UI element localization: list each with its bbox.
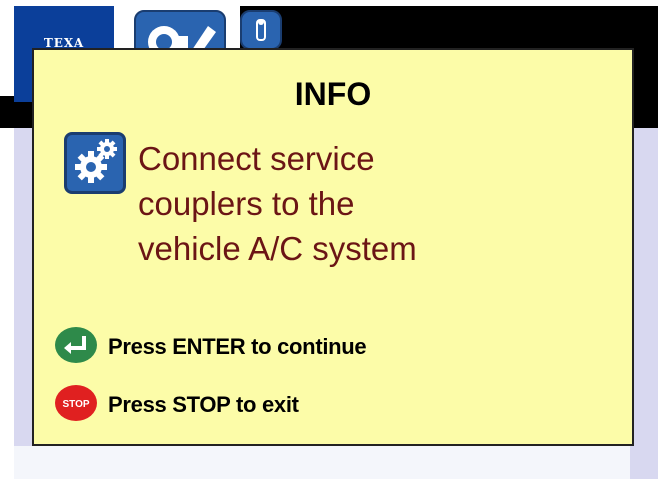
stop-icon: STOP xyxy=(55,385,97,421)
key-button[interactable] xyxy=(240,10,282,50)
stop-icon-text: STOP xyxy=(62,399,89,410)
key-icon xyxy=(256,19,266,41)
enter-instruction[interactable]: Press ENTER to continue xyxy=(54,326,454,366)
message-line: vehicle A/C system xyxy=(138,230,417,267)
dialog-title: INFO xyxy=(294,76,372,112)
stop-instruction[interactable]: STOP Press STOP to exit xyxy=(54,384,454,424)
info-dialog: INFO Connect service couplers to the veh… xyxy=(32,48,634,446)
message-line: Connect service xyxy=(138,140,375,177)
stop-instruction-label: Press STOP to exit xyxy=(108,392,299,417)
dialog-message: Connect service couplers to the vehicle … xyxy=(138,136,598,271)
message-line: couplers to the xyxy=(138,185,355,222)
enter-icon xyxy=(55,327,97,363)
enter-instruction-label: Press ENTER to continue xyxy=(108,334,367,359)
settings-gears-icon xyxy=(64,132,126,194)
content-area-bottom xyxy=(14,446,630,479)
